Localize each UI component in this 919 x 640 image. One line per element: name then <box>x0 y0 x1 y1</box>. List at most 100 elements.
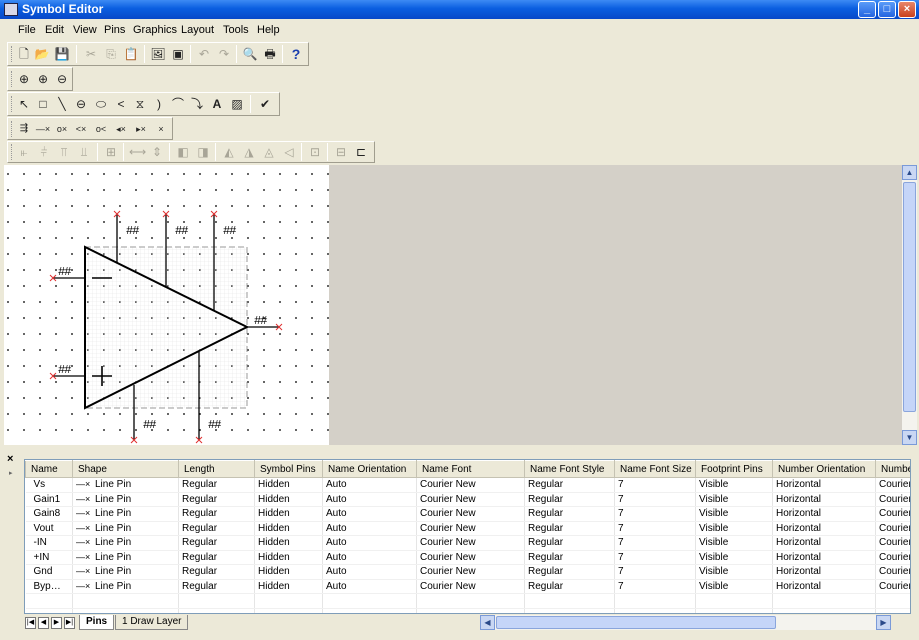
clock-pin-icon[interactable]: <× <box>73 121 89 137</box>
table-cell[interactable]: Courier <box>875 579 910 594</box>
table-cell[interactable]: 7 <box>614 506 696 522</box>
undo-icon[interactable]: ↶ <box>196 46 212 62</box>
arc2-icon[interactable]: ⌒ <box>170 96 186 112</box>
table-cell[interactable] <box>25 593 73 609</box>
table-cell[interactable]: Hidden <box>254 535 323 551</box>
cell-shape[interactable]: —× Line Pin <box>72 550 179 565</box>
cell-shape[interactable]: —× Line Pin <box>72 535 179 551</box>
table-cell[interactable]: Courier <box>875 550 910 565</box>
table-cell[interactable]: Regular <box>524 506 615 522</box>
table-cell[interactable]: Courier New <box>416 579 525 594</box>
table-cell[interactable]: 7 <box>614 521 696 536</box>
cut-icon[interactable]: ✂ <box>83 46 99 62</box>
toolbar-grip[interactable] <box>11 96 14 112</box>
table-row[interactable]: Gnd —× Line Pin Regular Hidden Auto Courier Ne… <box>25 564 910 580</box>
table-cell[interactable]: Hidden <box>254 521 323 536</box>
table-cell[interactable]: Auto <box>322 535 417 551</box>
table-cell[interactable]: Regular <box>524 521 615 536</box>
table-cell[interactable] <box>772 593 876 609</box>
menu-view[interactable]: View <box>73 24 97 36</box>
table-cell[interactable]: Visible <box>695 492 773 507</box>
table-cell[interactable]: Courier <box>875 521 910 536</box>
table-cell[interactable]: Courier <box>875 477 910 493</box>
table-cell[interactable]: Visible <box>695 506 773 522</box>
open-icon[interactable]: 📂 <box>34 46 50 62</box>
align-left-icon[interactable]: ⫦ <box>16 144 32 160</box>
pin-array-icon[interactable]: ⇶ <box>16 121 32 137</box>
table-cell[interactable]: Courier New <box>416 492 525 507</box>
curve-icon[interactable]: ⤵ <box>189 96 205 112</box>
properties-icon[interactable]: ▣ <box>170 46 186 62</box>
select-icon[interactable]: ↖ <box>16 96 32 112</box>
table-cell[interactable]: Gnd <box>25 564 73 580</box>
table-row[interactable]: -IN —× Line Pin Regular Hidden Auto Courier Ne… <box>25 535 910 551</box>
table-cell[interactable]: Gain8 <box>25 506 73 522</box>
cell-shape[interactable]: —× Line Pin <box>72 579 179 594</box>
table-cell[interactable] <box>416 593 525 609</box>
align-grid-icon[interactable]: ⊞ <box>103 144 119 160</box>
table-cell[interactable] <box>614 608 696 613</box>
table-cell[interactable]: Courier New <box>416 477 525 493</box>
table-cell[interactable]: 7 <box>614 535 696 551</box>
table-cell[interactable]: Horizontal <box>772 535 876 551</box>
table-cell[interactable]: Courier New <box>416 535 525 551</box>
table-cell[interactable]: Hidden <box>254 506 323 522</box>
table-cell[interactable]: Regular <box>524 550 615 565</box>
symbol-canvas[interactable]: ## ## ## ## ## ## ## ## <box>4 165 329 445</box>
rectangle-icon[interactable]: □ <box>35 96 51 112</box>
table-cell[interactable]: Regular <box>524 564 615 580</box>
table-cell[interactable]: Hidden <box>254 550 323 565</box>
table-cell[interactable]: Regular <box>178 521 255 536</box>
table-cell[interactable]: Courier New <box>416 550 525 565</box>
table-cell[interactable] <box>72 593 179 609</box>
table-cell[interactable]: Visible <box>695 535 773 551</box>
table-cell[interactable]: Hidden <box>254 564 323 580</box>
table-cell[interactable] <box>875 593 910 609</box>
align-center-icon[interactable]: ⫩ <box>36 144 52 160</box>
panel-close-icon[interactable]: × <box>7 453 13 465</box>
table-cell[interactable]: +IN <box>25 550 73 565</box>
table-cell[interactable]: Regular <box>524 492 615 507</box>
table-cell[interactable] <box>178 593 255 609</box>
table-cell[interactable]: 7 <box>614 550 696 565</box>
toolbar-grip[interactable] <box>11 71 14 87</box>
table-cell[interactable]: Byp… <box>25 579 73 594</box>
table-cell[interactable]: Regular <box>524 535 615 551</box>
align-bottom-icon[interactable]: ⫫ <box>76 144 92 160</box>
menu-file[interactable]: File <box>18 24 36 36</box>
ungroup-icon[interactable]: ⊟ <box>333 144 349 160</box>
panel-pin-icon[interactable]: ▸ <box>9 469 13 477</box>
table-cell[interactable] <box>614 593 696 609</box>
table-row[interactable]: Gain1 —× Line Pin Regular Hidden Auto Courier … <box>25 492 910 507</box>
flip-horizontal-icon[interactable]: ◬ <box>261 144 277 160</box>
symbol-drawing[interactable]: ## ## ## ## ## ## ## ## <box>4 165 329 445</box>
table-cell[interactable]: Vout <box>25 521 73 536</box>
table-cell[interactable]: Hidden <box>254 477 323 493</box>
horizontal-scrollbar[interactable]: ◀ ▶ <box>480 615 891 630</box>
table-cell[interactable]: Horizontal <box>772 550 876 565</box>
line-pin-icon[interactable]: —× <box>35 121 51 137</box>
table-cell[interactable] <box>322 593 417 609</box>
table-cell[interactable] <box>695 593 773 609</box>
flip-vertical-icon[interactable]: ◁ <box>281 144 297 160</box>
table-cell[interactable]: 7 <box>614 477 696 493</box>
dot-pin-icon[interactable]: o× <box>54 121 70 137</box>
table-cell[interactable]: Courier <box>875 564 910 580</box>
copy-icon[interactable]: ⎘ <box>103 46 119 62</box>
paste-icon[interactable]: 📋 <box>123 46 139 62</box>
scroll-thumb[interactable] <box>496 616 776 629</box>
check-icon[interactable]: ✔ <box>257 96 273 112</box>
table-cell[interactable]: Courier <box>875 492 910 507</box>
table-cell[interactable]: 7 <box>614 579 696 594</box>
dot-clock-pin-icon[interactable]: o< <box>93 121 109 137</box>
toolbar-grip[interactable] <box>11 121 14 137</box>
table-cell[interactable]: Horizontal <box>772 506 876 522</box>
table-cell[interactable] <box>772 608 876 613</box>
rotate-left-icon[interactable]: ◭ <box>221 144 237 160</box>
table-cell[interactable]: Auto <box>322 492 417 507</box>
column-header-footprint-pins[interactable]: Footprint Pins <box>695 460 773 478</box>
scroll-down-icon[interactable]: ▼ <box>902 430 917 445</box>
help-icon[interactable]: ? <box>288 46 304 62</box>
polygon-icon[interactable]: ⊖ <box>73 96 89 112</box>
scroll-up-icon[interactable]: ▲ <box>902 165 917 180</box>
